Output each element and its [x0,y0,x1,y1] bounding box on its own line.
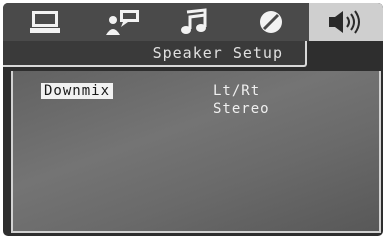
section-title: Speaker Setup [3,41,307,67]
tab-bar [3,3,383,41]
tab-general[interactable] [15,5,75,39]
setup-menu-window: Speaker Setup Downmix Lt/Rt Stereo [3,3,383,236]
person-speech-icon [106,10,139,35]
settings-panel: Downmix Lt/Rt Stereo [11,71,381,233]
option-lt-rt[interactable]: Lt/Rt [213,83,260,99]
monitor-icon [30,11,60,33]
tab-audio[interactable] [163,5,223,39]
tab-video[interactable] [241,5,301,39]
tab-language[interactable] [93,5,153,39]
option-stereo[interactable]: Stereo [213,101,270,117]
tab-speaker[interactable] [309,3,383,41]
section-title-text: Speaker Setup [152,44,283,62]
circle-slash-icon [260,11,282,33]
speaker-icon [329,10,360,34]
setting-downmix-label[interactable]: Downmix [41,83,114,99]
music-note-icon [181,8,207,34]
